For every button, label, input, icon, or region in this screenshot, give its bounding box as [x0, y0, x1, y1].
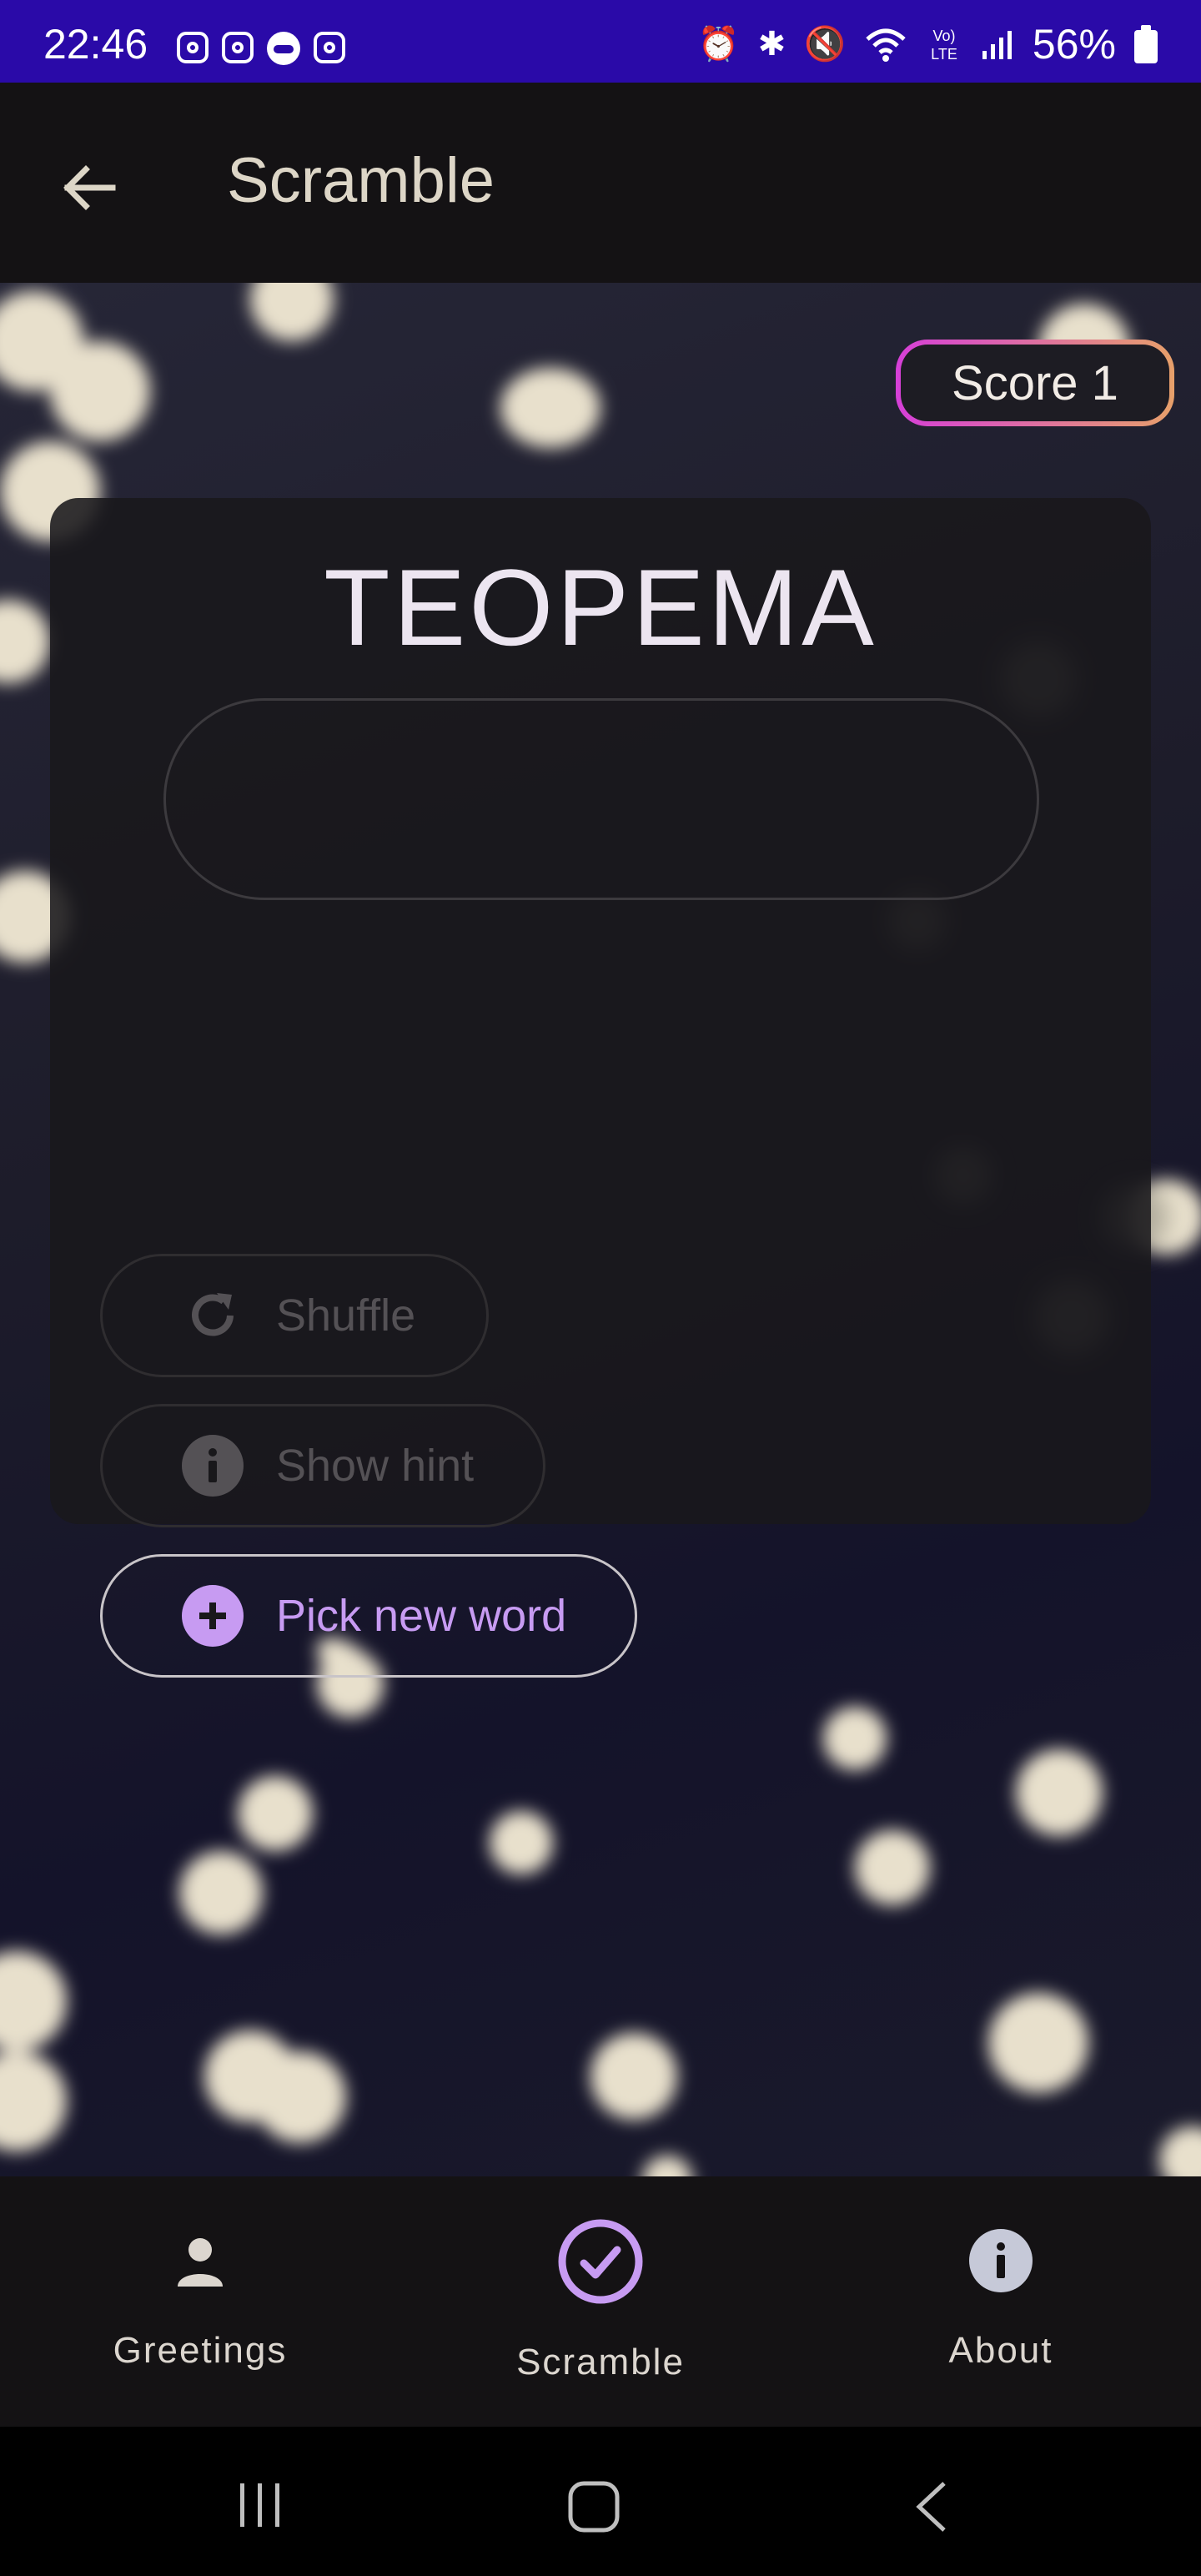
nav-label-greetings: Greetings — [113, 2330, 288, 2371]
person-icon — [178, 2238, 223, 2287]
system-status-icons: ⏰ ✱ 🔇 Vo) LTE 56% — [698, 20, 1158, 68]
status-bar: 22:46 ⏰ ✱ 🔇 Vo) LTE 56% — [0, 0, 1201, 83]
info-icon — [181, 1434, 244, 1497]
page-title: Scramble — [227, 145, 495, 216]
nav-label-scramble: Scramble — [516, 2342, 685, 2382]
instagram-icon — [222, 32, 254, 63]
back-button[interactable] — [50, 149, 127, 226]
game-screen: Score 1 TEOPEMA Shuffle Show hint Pick n… — [0, 283, 1201, 2176]
back-icon[interactable] — [912, 2480, 949, 2533]
score-badge: Score 1 — [896, 340, 1174, 426]
home-icon[interactable] — [567, 2480, 621, 2533]
wifi-icon — [866, 28, 906, 62]
robot-icon — [267, 32, 300, 65]
refresh-icon — [181, 1284, 244, 1347]
bottom-navigation: Greetings Scramble About — [0, 2176, 1201, 2427]
signal-icon — [982, 31, 1012, 59]
arrow-back-icon — [63, 165, 116, 210]
volte-icon: Vo) LTE — [931, 28, 957, 63]
top-app-bar: Scramble — [0, 83, 1201, 283]
battery-percent: 56% — [1032, 21, 1116, 68]
add-circle-icon — [181, 1584, 244, 1648]
bluetooth-icon: ✱ — [757, 26, 786, 63]
mute-icon: 🔇 — [804, 26, 846, 63]
nav-item-greetings[interactable]: Greetings — [0, 2176, 400, 2427]
nav-item-scramble[interactable]: Scramble — [400, 2176, 801, 2427]
shuffle-label: Shuffle — [276, 1291, 416, 1341]
answer-input[interactable] — [163, 698, 1039, 900]
recents-icon[interactable] — [235, 2480, 285, 2530]
game-card: TEOPEMA Shuffle Show hint Pick new word — [50, 498, 1151, 1678]
svg-text:Vo): Vo) — [932, 28, 955, 44]
battery-icon — [1134, 25, 1158, 63]
show-hint-label: Show hint — [276, 1441, 475, 1491]
pick-new-word-button[interactable]: Pick new word — [100, 1554, 637, 1678]
nav-label-about: About — [948, 2330, 1053, 2371]
notification-icons — [177, 32, 345, 65]
instagram-icon — [177, 32, 209, 63]
info-icon — [969, 2229, 1033, 2292]
shuffle-button[interactable]: Shuffle — [100, 1254, 489, 1377]
scrambled-word: TEOPEMA — [324, 546, 877, 668]
instagram-icon — [314, 32, 345, 63]
system-navigation-bar — [0, 2427, 1201, 2576]
score-label: Score 1 — [901, 345, 1169, 421]
alarm-icon: ⏰ — [697, 26, 740, 63]
show-hint-button[interactable]: Show hint — [100, 1404, 545, 1527]
check-circle-icon — [558, 2219, 643, 2304]
svg-text:LTE: LTE — [931, 46, 957, 63]
nav-item-about[interactable]: About — [801, 2176, 1201, 2427]
status-time: 22:46 — [43, 21, 148, 68]
pick-new-word-label: Pick new word — [276, 1591, 567, 1641]
